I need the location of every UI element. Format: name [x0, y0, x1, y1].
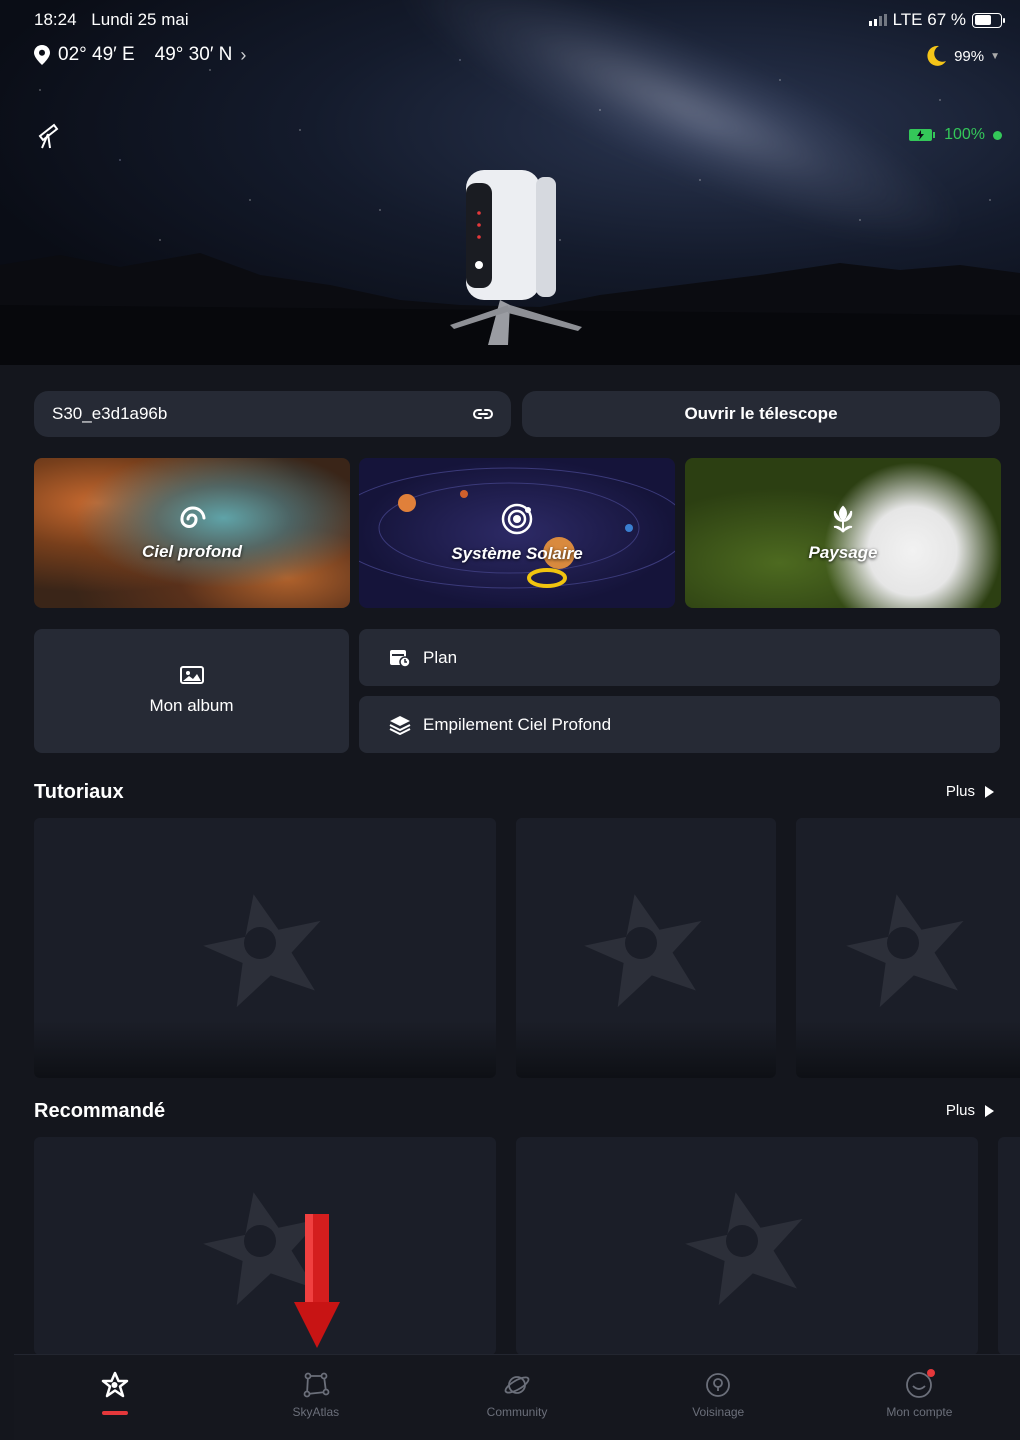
connection-status-dot [993, 130, 1002, 140]
status-bar: 18:24 Lundi 25 mai LTE 67 % [34, 10, 1005, 32]
play-arrow-icon [985, 1104, 994, 1117]
telescope-image [450, 170, 582, 345]
recommended-card[interactable] [34, 1137, 496, 1355]
nav-my-account[interactable]: Mon compte [819, 1355, 1020, 1440]
placeholder-star-icon [846, 894, 964, 1008]
galaxy-icon [180, 506, 206, 528]
deep-sky-stacking-button[interactable]: Empilement Ciel Profond [359, 696, 1000, 753]
network-status: LTE 67 % [892, 10, 966, 29]
play-arrow-icon [985, 785, 994, 798]
my-album-button[interactable]: Mon album [34, 629, 349, 753]
moon-illumination: 99% [954, 47, 985, 65]
recommended-more-link[interactable]: Plus [946, 1102, 994, 1119]
chevron-right-icon: › [240, 44, 247, 65]
status-time: 18:24 [34, 10, 77, 29]
more-label: Plus [945, 783, 975, 800]
tutorial-card[interactable] [516, 818, 776, 1078]
recommended-title: Recommandé [34, 1100, 166, 1122]
active-tab-indicator [101, 1411, 128, 1415]
mode-label: Système Solaire [451, 544, 583, 563]
nav-neighborhood[interactable]: Voisinage [618, 1355, 819, 1440]
nav-label: SkyAtlas [292, 1405, 340, 1419]
latitude: 49° 30′ N [154, 44, 233, 65]
status-date: Lundi 25 mai [91, 10, 189, 29]
mode-label: Ciel profond [141, 542, 243, 561]
telescope-battery: 100% [908, 126, 1002, 144]
open-telescope-button[interactable]: Ouvrir le télescope [522, 391, 1000, 437]
longitude: 02° 49′ E [58, 44, 135, 65]
red-arrow-annotation [294, 1214, 340, 1348]
battery-charging-icon [909, 129, 936, 141]
tutorial-card[interactable] [796, 818, 1020, 1078]
tutorial-card[interactable] [34, 818, 496, 1078]
placeholder-star-icon [203, 894, 321, 1008]
mode-label: Paysage [808, 543, 878, 562]
calendar-clock-icon [390, 649, 411, 668]
placeholder-star-icon [584, 894, 702, 1008]
device-battery-icon [972, 12, 1005, 28]
mode-card-landscape[interactable]: Paysage [685, 458, 1001, 608]
moon-phase[interactable]: 99% ▼ [924, 44, 1000, 68]
nav-home[interactable] [14, 1355, 215, 1440]
nav-label: Mon compte [886, 1405, 953, 1419]
nav-community[interactable]: Community [416, 1355, 617, 1440]
solar-system-icon [501, 503, 533, 535]
notification-dot [927, 1369, 936, 1377]
location-coordinates[interactable]: 02° 49′ E 49° 30′ N › [34, 44, 246, 66]
telescope-settings-icon[interactable] [36, 122, 60, 150]
home-star-icon [101, 1371, 128, 1398]
signal-icon [868, 14, 887, 26]
mode-card-solar-system[interactable]: Système Solaire [359, 458, 675, 608]
gallery-icon [179, 666, 204, 684]
bottom-navigation: SkyAtlas Community Voisinage Mon compte [14, 1354, 1020, 1440]
location-pin-icon [34, 45, 50, 65]
planet-icon [504, 1376, 530, 1394]
tutorials-title: Tutoriaux [34, 781, 124, 803]
album-label: Mon album [149, 696, 234, 715]
recommended-card[interactable] [516, 1137, 978, 1355]
mode-card-deep-sky[interactable]: Ciel profond [34, 458, 350, 608]
plan-label: Plan [423, 647, 458, 667]
stacking-label: Empilement Ciel Profond [423, 714, 612, 734]
nav-label: Community [486, 1405, 548, 1419]
recommended-card[interactable] [998, 1137, 1020, 1355]
telescope-battery-level: 100% [944, 126, 985, 143]
nav-skyatlas[interactable]: SkyAtlas [215, 1355, 416, 1440]
caret-down-icon: ▼ [990, 50, 1000, 62]
layers-icon [389, 715, 411, 735]
placeholder-star-icon [685, 1192, 803, 1306]
more-label: Plus [945, 1102, 975, 1119]
moon-icon [927, 45, 947, 66]
device-name-field[interactable]: S30_e3d1a96b [34, 391, 511, 437]
nav-label: Voisinage [692, 1405, 745, 1419]
flower-icon [833, 505, 853, 533]
location-target-icon [706, 1373, 731, 1397]
link-icon[interactable] [473, 407, 493, 421]
tutorials-more-link[interactable]: Plus [946, 783, 994, 800]
plan-button[interactable]: Plan [359, 629, 1000, 686]
device-name: S30_e3d1a96b [52, 404, 168, 423]
constellation-icon [303, 1372, 330, 1398]
